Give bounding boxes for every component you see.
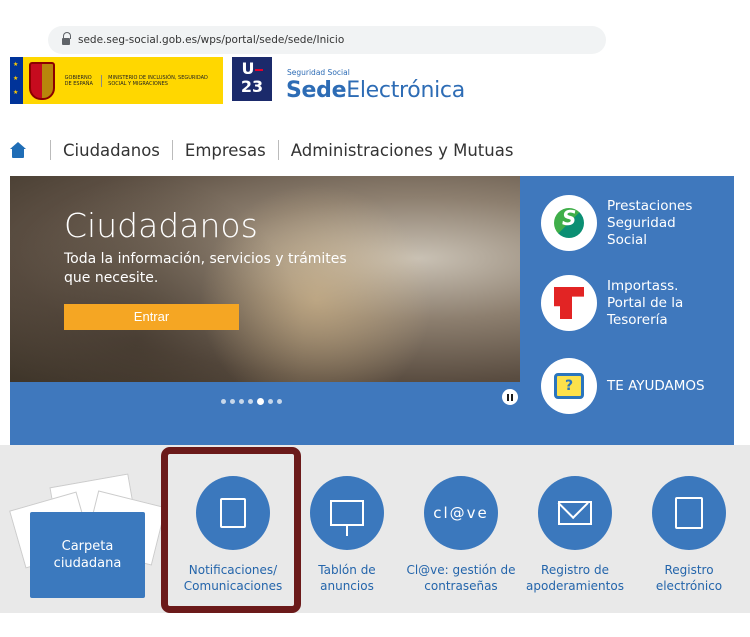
carousel-dot[interactable]	[221, 399, 226, 404]
lock-icon	[62, 31, 71, 45]
registro-electronico-label: Registro electrónico	[655, 563, 723, 593]
carousel-dot[interactable]	[277, 399, 282, 404]
entrar-button[interactable]: Entrar	[64, 304, 239, 330]
gobierno-logo[interactable]: ★ ★ ★ GOBIERNO DE ESPAÑA MINISTERIO DE INC…	[10, 57, 223, 104]
sede-electronica-logo[interactable]: SedeElectrónica	[286, 78, 465, 103]
te-ayudamos-link[interactable]: ? TE AYUDAMOS	[541, 358, 705, 414]
nav-divider	[50, 140, 51, 160]
importass-label: Importass. Portal de la Tesorería	[607, 277, 684, 328]
highlight-box	[161, 447, 301, 613]
carousel-dot[interactable]	[248, 399, 253, 404]
eu-flag-icon: ★ ★ ★	[10, 57, 23, 104]
board-icon	[310, 476, 384, 550]
carousel-dot[interactable]	[239, 399, 244, 404]
carousel-dots	[221, 398, 282, 405]
clave-icon: cl@ve	[424, 476, 498, 550]
hero-title: Ciudadanos	[64, 206, 258, 245]
nav-item-administraciones[interactable]: Administraciones y Mutuas	[291, 141, 514, 160]
pause-icon[interactable]	[502, 389, 518, 405]
carpeta-ciudadana-link[interactable]: Carpeta ciudadana	[9, 473, 167, 600]
carousel-dot[interactable]	[230, 399, 235, 404]
nav-item-empresas[interactable]: Empresas	[185, 141, 266, 160]
tablon-anuncios-link[interactable]: Tablón de anuncios	[292, 476, 402, 594]
importass-icon	[541, 275, 597, 331]
prestaciones-label: Prestaciones Seguridad Social	[607, 197, 693, 248]
apoderamientos-link[interactable]: Registro de apoderamientos	[520, 476, 630, 594]
home-icon[interactable]	[10, 142, 26, 158]
address-bar[interactable]: sede.seg-social.gob.es/wps/portal/sede/s…	[48, 26, 606, 54]
carpeta-label: Carpeta ciudadana	[30, 512, 145, 598]
prestaciones-link[interactable]: Prestaciones Seguridad Social	[541, 195, 717, 251]
main-nav: Ciudadanos Empresas Administraciones y M…	[10, 140, 513, 160]
brand-subtitle: Seguridad Social	[287, 68, 350, 77]
hero-subtitle: Toda la información, servicios y trámite…	[64, 251, 347, 286]
help-icon: ?	[541, 358, 597, 414]
register-icon	[652, 476, 726, 550]
gobierno-text: GOBIERNO DE ESPAÑA	[64, 74, 93, 87]
tablon-label: Tablón de anuncios	[318, 563, 376, 593]
nav-divider	[277, 140, 279, 160]
prestaciones-icon	[541, 195, 597, 251]
te-ayudamos-label: TE AYUDAMOS	[607, 377, 705, 394]
apoderamientos-label: Registro de apoderamientos	[526, 563, 624, 593]
carousel-dot[interactable]	[268, 399, 273, 404]
nav-item-ciudadanos[interactable]: Ciudadanos	[63, 141, 160, 160]
clave-label: Cl@ve: gestión de contraseñas	[406, 563, 516, 593]
carousel-dot[interactable]	[257, 398, 264, 405]
importass-link[interactable]: Importass. Portal de la Tesorería	[541, 275, 697, 331]
clave-link[interactable]: cl@ve Cl@ve: gestión de contraseñas	[406, 476, 516, 594]
ministerio-text: MINISTERIO DE INCLUSIÓN, SEGURIDAD SOCIA…	[101, 74, 223, 87]
nav-divider	[171, 140, 173, 160]
registro-electronico-link[interactable]: Registro electrónico	[634, 476, 744, 594]
url-text: sede.seg-social.gob.es/wps/portal/sede/s…	[78, 34, 345, 46]
coat-of-arms-icon	[29, 61, 55, 100]
mail-icon	[538, 476, 612, 550]
ue23-logo: U 23	[232, 57, 272, 101]
